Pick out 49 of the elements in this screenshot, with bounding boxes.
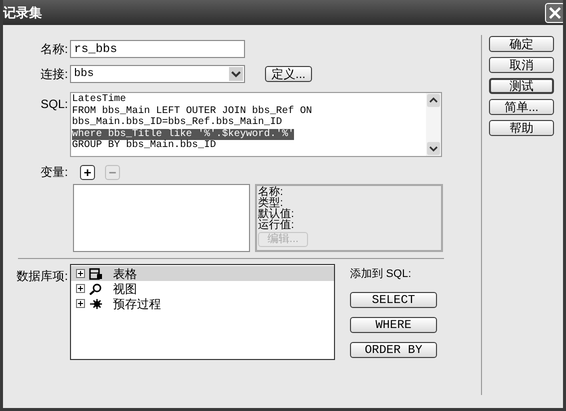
expand-icon [76, 284, 85, 293]
database-tree[interactable]: 表格 视图 预存过程 [70, 264, 335, 360]
close-icon [549, 6, 561, 18]
detail-label: 名称: [258, 187, 284, 198]
expand-icon [76, 299, 85, 308]
sql-text-area[interactable]: LatesTime FROM bbs_Main LEFT OUTER JOIN bbs_Ref ON bbs_Main.bbs_ID=bbs_Ref.bbs_Main_ID where bbs_Title like '%'.$keyword.'%' GROUP BY bbs_Main.bbs_ID [70, 92, 442, 157]
field-label: 名称: [40, 41, 69, 58]
tree-item-label: 视图 [113, 280, 137, 298]
detail-label: 运行值: [258, 220, 294, 231]
tree-item[interactable]: 表格 [71, 266, 334, 281]
tree-item-label: 预存过程 [113, 296, 161, 312]
tree-item-label: 表格 [113, 266, 137, 282]
field-label: SQL: [40, 96, 69, 113]
variables-list[interactable] [73, 184, 250, 252]
chevron-down-icon [229, 67, 243, 81]
sql-clause-button[interactable]: ORDER BY [350, 342, 437, 358]
detail-label: 默认值: [258, 209, 294, 220]
tree-item[interactable]: 视图 [71, 281, 334, 296]
dialog-button[interactable]: 测试 [489, 78, 554, 94]
name-input-field[interactable]: rs_bbs [70, 40, 245, 58]
sql-line: LatesTime [72, 94, 126, 106]
add-button[interactable]: + [80, 164, 95, 180]
define-button[interactable]: 定义... [265, 66, 312, 82]
window-title: 记录集 [3, 4, 42, 22]
dialog-button[interactable]: 取消 [489, 57, 554, 73]
field-label: 变量: [40, 164, 69, 181]
sql-clause-button[interactable]: SELECT [350, 292, 437, 308]
add-to-sql-label: 添加到 SQL: [350, 267, 412, 282]
field-label: 连接: [40, 66, 69, 83]
scroll-down-icon[interactable] [427, 142, 440, 155]
dropdown-value: bbs [74, 66, 94, 82]
dialog-button[interactable]: 帮助 [489, 120, 554, 136]
sql-line: FROM bbs_Main LEFT OUTER JOIN bbs_Ref ON [72, 106, 312, 116]
table-icon [89, 268, 103, 280]
close-button[interactable] [545, 2, 563, 22]
scrollbar[interactable] [426, 93, 441, 156]
connection-dropdown[interactable]: bbs [70, 65, 245, 83]
detail-label: 类型: [258, 198, 284, 209]
dialog-button[interactable]: 确定 [489, 36, 554, 52]
sql-line: bbs_Main.bbs_ID=bbs_Ref.bbs_Main_ID [72, 117, 282, 128]
field-label: 数据库项: [16, 268, 69, 285]
sql-line: GROUP BY bbs_Main.bbs_ID [72, 140, 216, 152]
tree-item[interactable]: 预存过程 [71, 296, 334, 311]
gear-icon [89, 298, 103, 310]
sql-clause-button[interactable]: WHERE [350, 316, 437, 332]
dialog-button[interactable]: 简单... [489, 99, 554, 115]
scroll-up-icon[interactable] [427, 94, 440, 107]
expand-icon [76, 269, 85, 278]
magnifier-icon [89, 282, 103, 294]
